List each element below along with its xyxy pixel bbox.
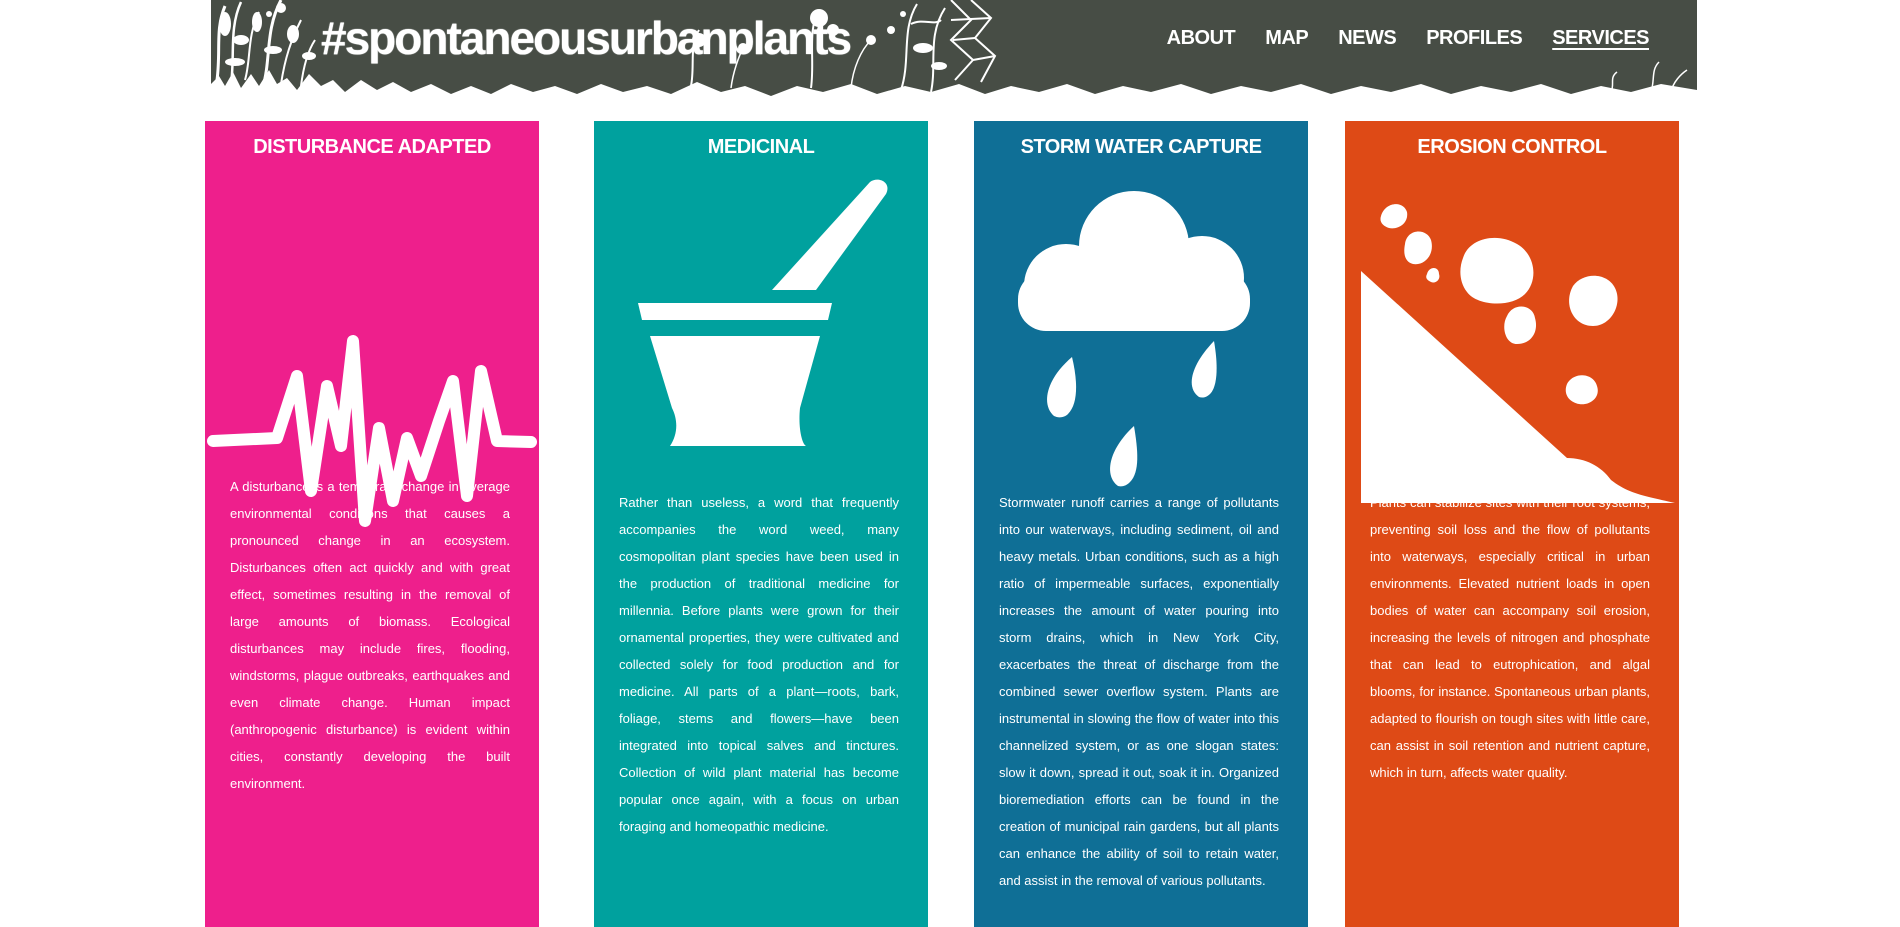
- card-text: Stormwater runoff carries a range of pol…: [999, 495, 1279, 888]
- card-title: STORM WATER CAPTURE: [1020, 136, 1262, 158]
- nav-services[interactable]: SERVICES: [1552, 24, 1649, 52]
- card-storm-water-capture: STORM WATER CAPTURE Stormwater runoff ca…: [974, 121, 1308, 927]
- card-text: Rather than useless, a word that frequen…: [619, 495, 899, 834]
- nav-news[interactable]: NEWS: [1338, 24, 1397, 52]
- nav-about[interactable]: ABOUT: [1167, 24, 1236, 52]
- card-title: MEDICINAL: [707, 136, 815, 158]
- card-erosion-control: EROSION CONTROL Plants can stabilize sit…: [1345, 121, 1679, 927]
- card-text: A disturbance is a temporary change in a…: [230, 479, 510, 791]
- nav-profiles[interactable]: PROFILES: [1426, 24, 1523, 52]
- page: #spontaneousurbanplants ABOUT MAP NEWS P…: [0, 0, 1900, 927]
- card-medicinal: MEDICINAL Rather than useless, a word th…: [594, 121, 928, 927]
- site-header: #spontaneousurbanplants ABOUT MAP NEWS P…: [211, 0, 1697, 104]
- card-title: EROSION CONTROL: [1417, 136, 1607, 158]
- nav-map[interactable]: MAP: [1265, 24, 1308, 52]
- card-disturbance-adapted: DISTURBANCE ADAPTED A disturbance is a t…: [205, 121, 539, 927]
- card-text: Plants can stabilize sites with their ro…: [1370, 495, 1650, 780]
- card-title: DISTURBANCE ADAPTED: [253, 136, 491, 158]
- main-nav: ABOUT MAP NEWS PROFILES SERVICES: [1137, 24, 1650, 52]
- site-title[interactable]: #spontaneousurbanplants: [321, 10, 852, 66]
